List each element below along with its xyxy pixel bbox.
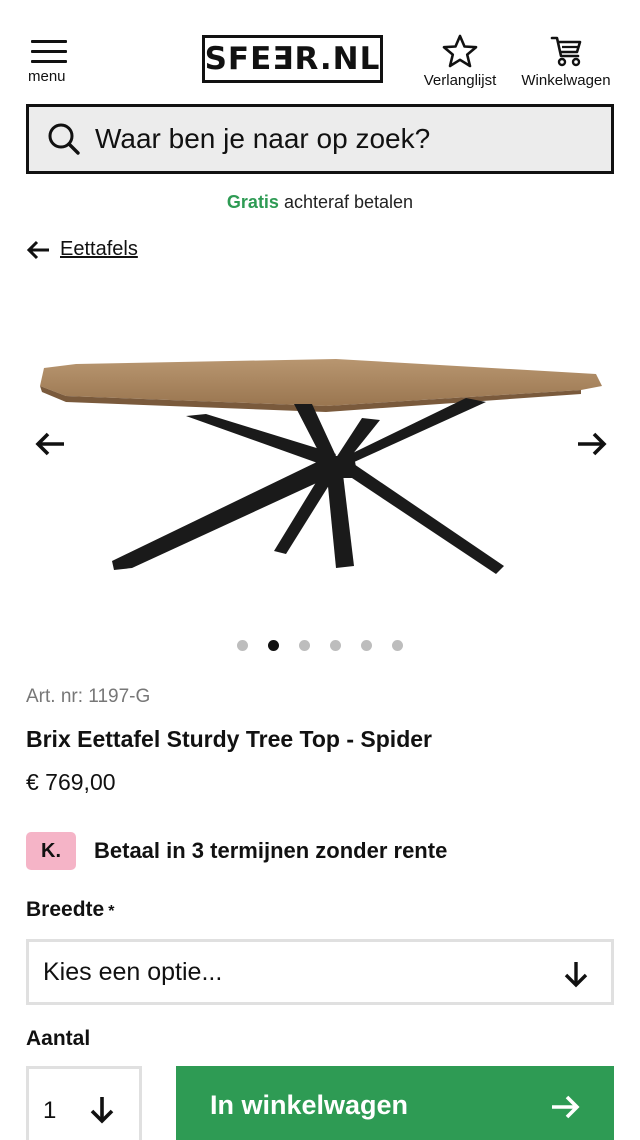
arrow-down-icon[interactable] <box>89 1095 115 1125</box>
product-image <box>40 359 602 574</box>
width-label: Breedte * <box>26 898 114 922</box>
search-placeholder: Waar ben je naar op zoek? <box>95 123 431 154</box>
star-icon <box>442 34 478 68</box>
cart-label: Winkelwagen <box>521 72 611 89</box>
gallery-pagination <box>237 640 423 651</box>
add-to-cart-button[interactable]: In winkelwagen <box>176 1066 614 1140</box>
wishlist-link[interactable]: Verlanglijst <box>414 34 506 89</box>
promo-highlight: Gratis <box>226 192 279 212</box>
product-title: Brix Eettafel Sturdy Tree Top - Spider <box>26 726 432 752</box>
article-number: Art. nr: 1197-G <box>26 686 151 707</box>
gallery-dot[interactable] <box>268 640 279 651</box>
gallery-dot[interactable] <box>299 640 310 651</box>
arrow-right-icon <box>552 1095 580 1119</box>
gallery-next-button[interactable] <box>572 428 612 460</box>
promo-text: achteraf betalen <box>283 192 414 212</box>
klarna-logo: K. <box>26 832 76 870</box>
klarna-banner: K. Betaal in 3 termijnen zonder rente <box>26 832 447 870</box>
cart-link[interactable]: Winkelwagen <box>512 34 620 89</box>
arrow-down-icon <box>564 962 588 988</box>
gallery-dot[interactable] <box>330 640 341 651</box>
search-icon <box>48 123 80 155</box>
hamburger-icon-bar <box>31 60 67 63</box>
breadcrumb-link[interactable]: Eettafels <box>60 238 138 261</box>
hamburger-icon-bar <box>31 50 67 53</box>
menu-label: menu <box>28 68 66 85</box>
width-select[interactable]: Kies een optie... <box>26 939 614 1005</box>
payment-promo: Gratis achteraf betalen <box>0 192 640 213</box>
site-logo[interactable]: SFEƎR.NL <box>202 35 383 83</box>
add-to-cart-label: In winkelwagen <box>210 1090 409 1120</box>
quantity-value: 1 <box>43 1097 57 1124</box>
gallery-dot[interactable] <box>361 640 372 651</box>
breadcrumb[interactable]: Eettafels <box>26 238 138 261</box>
product-gallery <box>0 300 640 610</box>
search-input[interactable]: Waar ben je naar op zoek? <box>26 104 614 174</box>
required-mark: * <box>108 903 115 920</box>
site-header: menu SFEƎR.NL Verlanglijst Winkelwagen <box>0 0 640 100</box>
product-price: € 769,00 <box>26 769 116 795</box>
klarna-text: Betaal in 3 termijnen zonder rente <box>94 838 448 863</box>
menu-button[interactable]: menu <box>28 36 74 86</box>
quantity-label: Aantal <box>26 1027 91 1050</box>
cart-icon <box>550 36 582 67</box>
gallery-dot[interactable] <box>392 640 403 651</box>
arrow-right-icon <box>578 432 607 456</box>
hamburger-icon <box>31 40 67 43</box>
width-select-value: Kies een optie... <box>43 957 223 986</box>
width-label-text: Breedte <box>26 898 105 921</box>
wishlist-label: Verlanglijst <box>423 72 497 89</box>
arrow-left-icon <box>26 240 49 259</box>
quantity-stepper[interactable]: 1 <box>26 1066 142 1140</box>
gallery-dot[interactable] <box>237 640 248 651</box>
